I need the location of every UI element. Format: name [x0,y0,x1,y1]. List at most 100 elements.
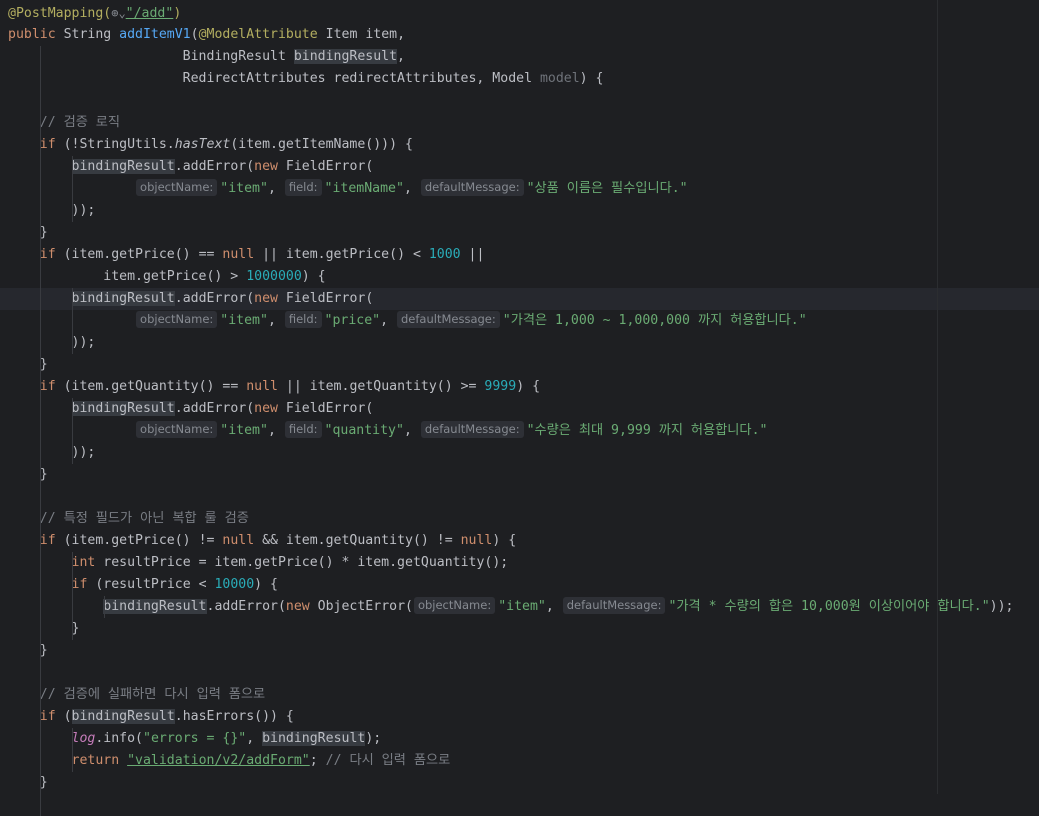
code-token: )); [989,599,1014,614]
code-line[interactable]: bindingResult.addError(new FieldError( [8,156,373,178]
code-line[interactable]: if (item.getQuantity() == null || item.g… [8,376,540,398]
code-token: , [267,313,284,328]
code-token: ) { [301,269,326,284]
code-token: "가격 * 수량의 합은 10,000원 이상이어야 합니다." [668,599,990,614]
code-token: "itemName" [324,181,404,196]
code-line[interactable]: // 검증 로직 [8,112,120,134]
code-token: // 특정 필드가 아닌 복합 룰 검증 [8,511,249,526]
code-token: "상품 이름은 필수입니다." [526,181,688,196]
code-line[interactable]: if (resultPrice < 10000) { [8,574,278,596]
code-line[interactable]: objectName: "item", field: "quantity", def… [8,420,767,442]
code-line[interactable]: int resultPrice = item.getPrice() * item… [8,552,509,574]
right-margin-guide [937,0,938,794]
code-token: return [71,753,128,768]
code-token: , [267,423,284,438]
code-line[interactable]: RedirectAttributes redirectAttributes, M… [8,68,604,90]
code-token: "/add" [125,6,174,21]
code-token: , [403,423,420,438]
code-token: (!StringUtils. [63,137,175,152]
code-token: } [8,357,48,372]
code-token: if [39,379,64,394]
code-token: .hasErrors()) { [174,709,294,724]
code-line[interactable]: bindingResult.addError(new FieldError( [0,288,1039,310]
code-token: "item" [220,181,268,196]
code-line[interactable]: // 검증에 실패하면 다시 입력 폼으로 [8,684,265,706]
code-token: , [246,731,263,746]
code-token: || item.getPrice() < [262,247,429,262]
code-token: String [63,27,120,42]
code-token: new [285,599,318,614]
parameter-hint: defaultMessage: [420,421,524,438]
code-token: } [8,621,80,636]
code-token: .addError( [174,401,255,416]
code-line[interactable]: @PostMapping(⊕⌄"/add") [8,2,181,24]
code-line[interactable]: if (bindingResult.hasErrors()) { [8,706,294,728]
code-token: new [254,291,286,306]
code-token: )); [8,203,96,218]
code-token: if [39,137,64,152]
parameter-hint: objectName: [136,421,218,438]
code-line[interactable]: } [8,354,48,376]
code-line[interactable]: } [8,640,48,662]
code-token: FieldError( [285,401,374,416]
code-line[interactable]: )); [8,200,96,222]
code-token: new [254,401,286,416]
code-line[interactable]: // 특정 필드가 아닌 복합 룰 검증 [8,508,249,530]
code-line[interactable]: log.info("errors = {}", bindingResult); [8,728,381,750]
code-token: FieldError( [285,291,374,306]
code-token: public [8,27,64,42]
code-token: @PostMapping( [8,6,112,21]
code-token: ) { [516,379,541,394]
code-line[interactable]: )); [8,442,96,464]
code-token: hasText [174,137,231,152]
code-token: .addError( [174,159,255,174]
code-line[interactable]: BindingResult bindingResult, [8,46,405,68]
code-token: Item item, [325,27,406,42]
code-token: addItemV1 [119,27,191,42]
code-token: "quantity" [324,423,404,438]
code-token: @ModelAttribute [198,27,326,42]
parameter-hint: field: [284,179,322,196]
code-token: 1000000 [246,269,302,284]
code-line[interactable]: } [8,464,48,486]
code-token: bindingResult [71,159,175,174]
code-token: "validation/v2/addForm" [127,753,310,768]
code-line[interactable]: if (item.getPrice() == null || item.getP… [8,244,485,266]
globe-icon: ⊕⌄ [111,6,126,20]
indent-guide [104,596,105,618]
code-line[interactable]: public String addItemV1(@ModelAttribute … [8,24,405,46]
code-token: "수량은 최대 9,999 까지 허용합니다." [526,423,768,438]
code-line[interactable]: return "validation/v2/addForm"; // 다시 입력… [8,750,451,772]
code-line[interactable]: if (!StringUtils.hasText(item.getItemNam… [8,134,413,156]
code-token: ObjectError( [317,599,413,614]
code-line[interactable]: item.getPrice() > 1000000) { [8,266,326,288]
code-line[interactable]: } [8,222,48,244]
code-line[interactable]: )); [8,332,96,354]
code-line[interactable]: } [8,772,48,794]
code-token: ) { [579,71,604,86]
code-token: bindingResult [71,291,175,306]
code-token: // 검증에 실패하면 다시 입력 폼으로 [8,687,266,702]
code-line[interactable]: objectName: "item", field: "itemName", def… [8,178,688,200]
code-token: "item" [220,423,268,438]
code-token: 9999 [484,379,517,394]
parameter-hint: defaultMessage: [420,179,524,196]
code-line[interactable]: if (item.getPrice() != null && item.getQ… [8,530,516,552]
code-line[interactable]: } [8,618,80,640]
code-line[interactable]: objectName: "item", field: "price", defaul… [8,310,807,332]
code-token: (item.getPrice() != [63,533,223,548]
parameter-hint: defaultMessage: [397,311,500,328]
code-token: model [539,71,580,86]
indent-guide [72,156,73,222]
code-token: null [246,379,286,394]
code-line[interactable]: bindingResult.addError(new FieldError( [8,398,373,420]
code-editor[interactable]: @PostMapping(⊕⌄"/add") public String addI… [0,0,1039,816]
code-line[interactable]: bindingResult.addError(new ObjectError(o… [8,596,1013,618]
code-token: "item" [220,313,268,328]
parameter-hint: objectName: [136,311,218,328]
code-token: resultPrice = item.getPrice() * item.get… [103,555,509,570]
code-token: } [8,775,48,790]
